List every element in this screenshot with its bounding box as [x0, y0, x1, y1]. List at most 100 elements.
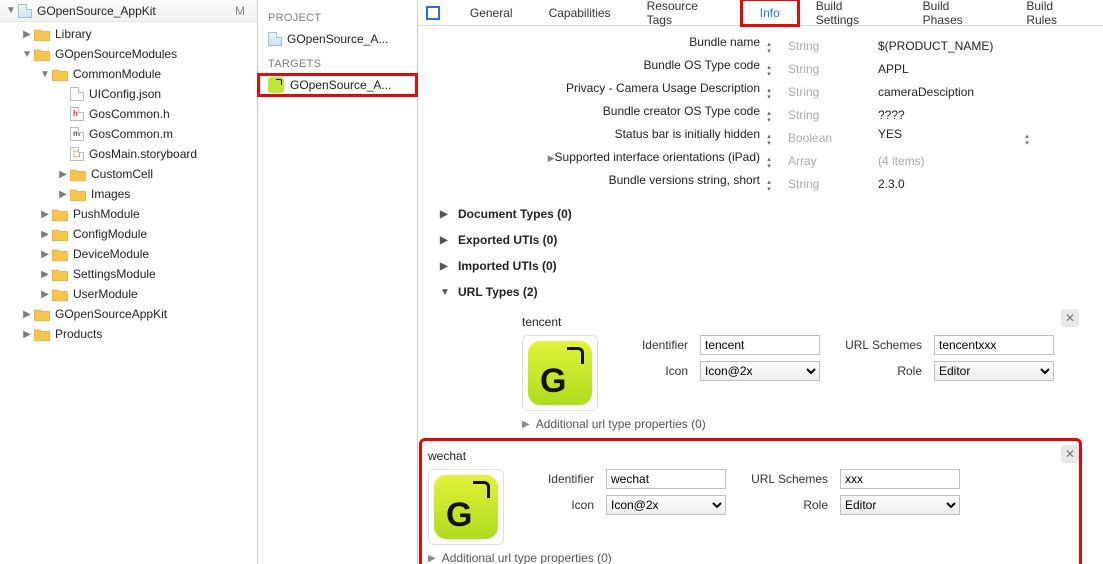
url-type-name: tencent	[522, 311, 1079, 335]
info-plist-row[interactable]: Bundle creator OS Type code▴▾String????	[522, 103, 1079, 126]
tree-item[interactable]: ▶ CustomCell	[0, 164, 257, 184]
url-schemes-label: URL Schemes	[738, 472, 828, 486]
info-plist-row[interactable]: Status bar is initially hidden▴▾BooleanY…	[522, 126, 1079, 149]
tree-item[interactable]: ⬚GosMain.storyboard	[0, 144, 257, 164]
tree-item[interactable]: mGosCommon.m	[0, 124, 257, 144]
tree-label: CustomCell	[91, 167, 153, 181]
disclosure-icon[interactable]: ▶	[40, 269, 50, 280]
role-label: Role	[832, 364, 922, 378]
tab-info[interactable]: Info	[742, 0, 798, 25]
section-imported-utis[interactable]: ▶ Imported UTIs (0)	[422, 253, 1079, 279]
section-document-types[interactable]: ▶ Document Types (0)	[422, 201, 1079, 227]
remove-url-type-button[interactable]: ✕	[1061, 445, 1079, 463]
tree-item[interactable]: ▶PushModule	[0, 204, 257, 224]
url-type-entry: ✕tencentIdentifierURL SchemesIconIcon@2x…	[422, 305, 1079, 437]
disclosure-icon[interactable]: ▶	[58, 189, 68, 200]
role-select[interactable]: Editor	[934, 361, 1054, 381]
folder-icon	[34, 28, 50, 41]
tree-label: Products	[55, 327, 102, 341]
targets-section-label: TARGETS	[258, 50, 417, 74]
disclosure-icon[interactable]: ▶	[22, 29, 32, 40]
disclosure-icon[interactable]: ▼	[22, 49, 32, 60]
stepper-icon[interactable]: ▴▾	[764, 65, 774, 79]
identifier-input[interactable]	[700, 335, 820, 355]
stepper-icon[interactable]: ▴▾	[1022, 134, 1032, 148]
url-schemes-input[interactable]	[934, 335, 1054, 355]
identifier-input[interactable]	[606, 469, 726, 489]
file-icon: h	[70, 107, 84, 121]
project-row[interactable]: GOpenSource_A...	[258, 28, 417, 50]
folder-icon	[52, 228, 68, 241]
folder-icon	[52, 68, 68, 81]
icon-select[interactable]: Icon@2x	[606, 495, 726, 515]
tab-general[interactable]: General	[452, 0, 531, 25]
section-exported-utis[interactable]: ▶ Exported UTIs (0)	[422, 227, 1079, 253]
disclosure-icon[interactable]: ▶	[40, 249, 50, 260]
additional-properties-row[interactable]: ▶Additional url type properties (0)	[522, 411, 1079, 431]
file-icon: m	[70, 127, 84, 141]
tree-item[interactable]: ▶GOpenSourceAppKit	[0, 304, 257, 324]
tree-item[interactable]: ▶SettingsModule	[0, 264, 257, 284]
tab-resource-tags[interactable]: Resource Tags	[629, 0, 742, 25]
disclosure-icon[interactable]: ▼	[6, 5, 16, 16]
stepper-icon[interactable]: ▴▾	[764, 42, 774, 56]
url-schemes-input[interactable]	[840, 469, 960, 489]
file-icon: ⬚	[70, 147, 84, 161]
tab-capabilities[interactable]: Capabilities	[531, 0, 629, 25]
tab-build-rules[interactable]: Build Rules	[1008, 0, 1103, 25]
tree-item[interactable]: ▶ConfigModule	[0, 224, 257, 244]
additional-properties-row[interactable]: ▶Additional url type properties (0)	[428, 545, 1073, 564]
tree-item[interactable]: ▶ Products	[0, 324, 257, 344]
info-plist-row[interactable]: Bundle versions string, short▴▾String2.3…	[522, 172, 1079, 195]
icon-label: Icon	[618, 364, 688, 378]
app-icon	[528, 341, 592, 405]
folder-icon	[70, 168, 86, 181]
url-type-icon-well[interactable]	[428, 469, 504, 545]
nav-root-row[interactable]: ▼ GOpenSource_AppKit M	[0, 0, 257, 22]
remove-url-type-button[interactable]: ✕	[1061, 309, 1079, 327]
disclosure-icon[interactable]: ▶	[40, 289, 50, 300]
disclosure-icon[interactable]: ▶	[40, 229, 50, 240]
disclosure-icon[interactable]: ▶	[22, 329, 32, 340]
disclosure-icon[interactable]: ▶	[58, 169, 68, 180]
section-label: Document Types (0)	[458, 207, 572, 221]
role-select[interactable]: Editor	[840, 495, 960, 515]
tree-item[interactable]: ▼CommonModule	[0, 64, 257, 84]
disclosure-icon[interactable]: ▶	[40, 209, 50, 220]
target-selector-icon[interactable]	[426, 6, 440, 20]
tree-label: GosCommon.h	[89, 107, 170, 121]
disclosure-icon[interactable]: ▼	[40, 69, 50, 80]
tab-bar: GeneralCapabilitiesResource TagsInfoBuil…	[418, 0, 1103, 26]
info-plist-row[interactable]: ▶Supported interface orientations (iPad)…	[522, 149, 1079, 172]
section-label: Exported UTIs (0)	[458, 233, 557, 247]
role-label: Role	[738, 498, 828, 512]
section-url-types[interactable]: ▼ URL Types (2)	[422, 279, 1079, 305]
stepper-icon[interactable]: ▴▾	[764, 157, 774, 171]
project-icon	[18, 4, 32, 18]
tree-label: UserModule	[73, 287, 138, 301]
info-plist-row[interactable]: Bundle OS Type code▴▾StringAPPL	[522, 57, 1079, 80]
app-icon	[268, 77, 284, 93]
tree-item[interactable]: ▼GOpenSourceModules	[0, 44, 257, 64]
stepper-icon[interactable]: ▴▾	[764, 111, 774, 125]
tree-item[interactable]: ▶DeviceModule	[0, 244, 257, 264]
project-name: GOpenSource_A...	[287, 32, 388, 46]
tree-item[interactable]: ▶Library	[0, 24, 257, 44]
chevron-right-icon: ▶	[440, 209, 452, 220]
stepper-icon[interactable]: ▴▾	[764, 134, 774, 148]
disclosure-icon[interactable]: ▶	[22, 309, 32, 320]
stepper-icon[interactable]: ▴▾	[764, 88, 774, 102]
tree-item[interactable]: h GosCommon.h	[0, 104, 257, 124]
tree-item[interactable]: UIConfig.json	[0, 84, 257, 104]
tree-item[interactable]: ▶Images	[0, 184, 257, 204]
stepper-icon[interactable]: ▴▾	[764, 180, 774, 194]
target-row[interactable]: GOpenSource_A...	[258, 74, 417, 96]
url-schemes-label: URL Schemes	[832, 338, 922, 352]
tab-build-settings[interactable]: Build Settings	[798, 0, 905, 25]
info-plist-row[interactable]: Privacy - Camera Usage Description▴▾Stri…	[522, 80, 1079, 103]
tab-build-phases[interactable]: Build Phases	[905, 0, 1009, 25]
icon-select[interactable]: Icon@2x	[700, 361, 820, 381]
url-type-icon-well[interactable]	[522, 335, 598, 411]
info-plist-row[interactable]: Bundle name▴▾String$(PRODUCT_NAME)	[522, 34, 1079, 57]
tree-item[interactable]: ▶ UserModule	[0, 284, 257, 304]
